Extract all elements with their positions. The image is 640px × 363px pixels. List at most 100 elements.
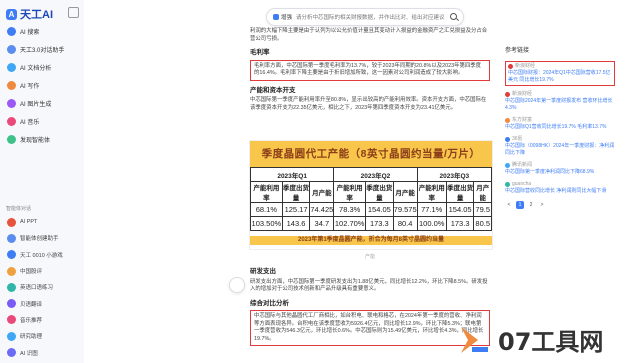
agent-avatar-icon (7, 250, 16, 260)
next-page-button[interactable]: > (538, 201, 546, 209)
search-input[interactable]: 请分析中芯国际的相关财报数据，并作出比对、给出对应建议 (296, 13, 449, 21)
reference-card[interactable]: 36氪 中芯国际（0098HK）2024年一季度财报：净利润同比下降 (505, 136, 615, 157)
agent-avatar-icon (7, 331, 16, 341)
document-icon (7, 62, 16, 72)
reference-card[interactable]: 新浪财经 中芯国际财报：2024年Q1中芯国际营收17.5亿美元 同比增长19.… (505, 61, 615, 86)
image-icon (7, 98, 16, 108)
table-cell: 125.17 (281, 202, 311, 217)
prev-page-button[interactable]: < (505, 201, 513, 209)
agent-avatar-icon (7, 315, 16, 325)
agent-item[interactable]: 天工 0010 小游戏 (0, 247, 84, 263)
section-heading: 毛利率 (250, 49, 270, 56)
table-header: 2023年Q1 (249, 167, 335, 182)
agent-item[interactable]: 中国股评 (0, 263, 84, 279)
agent-item[interactable]: 研究助理 (0, 328, 84, 344)
agent-avatar-icon (7, 266, 16, 276)
section-heading: 产能和资本开支 (250, 86, 296, 94)
capacity-figure[interactable]: 季度晶圆代工产能（8英寸晶圆约当量/万片） 2023年Q1 2023年Q2 20… (249, 140, 493, 250)
reference-card[interactable]: 东方财富 中芯国际Q1营收同比增长19.7% 毛利率13.7% (505, 117, 615, 131)
table-cell: 102.70% (333, 216, 367, 231)
table-cell: 79.575 (392, 202, 418, 217)
agents-section-title: 智能体对话 (6, 206, 32, 212)
paragraph: 中芯国际第一季度产能利用率升至80.8%，显示出较高的产能利用效率。资本开支方面… (250, 97, 487, 111)
reference-card[interactable]: 腾讯新闻 中芯国际第一季度净利润同比下降68.9% (505, 162, 615, 176)
table-cell: 78.3% (333, 202, 367, 217)
table-cell: 173.3 (365, 216, 394, 231)
reference-source: 腾讯新闻 (505, 162, 615, 169)
search-icon[interactable] (449, 12, 459, 22)
table-cell: 79.5 (473, 202, 492, 217)
reference-link[interactable]: 中芯国际（0098HK）2024年一季度财报：净利润同比下降 (505, 143, 615, 157)
nav-item-search[interactable]: AI 搜索 (0, 22, 84, 40)
pen-icon (7, 80, 16, 90)
reference-link[interactable]: 中芯国际营收同比增长 净利润则同比大幅下滑 (505, 188, 615, 195)
section-heading: 综合对比分析 (250, 299, 289, 307)
table-cell: 月产能 (309, 181, 335, 203)
agent-item[interactable]: 音乐推荐 (0, 312, 84, 328)
reference-source: 36氪 (505, 136, 615, 143)
table-cell: 季度出货量 (445, 181, 475, 203)
page-button[interactable]: 2 (527, 201, 535, 209)
reference-source: 新浪财经 (505, 91, 615, 98)
reference-card[interactable]: guancha 中芯国际营收同比增长 净利润则同比大幅下滑 (505, 181, 615, 195)
table-cell: 74.425 (309, 202, 335, 217)
reference-link[interactable]: 中芯国际Q1营收同比增长19.7% 毛利率13.7% (505, 124, 615, 131)
table-cell: 季度出货量 (281, 181, 311, 203)
watermark-text: 07工具网 (498, 328, 604, 356)
agent-avatar-icon (7, 299, 16, 309)
main-nav: AI 搜索 天工3.0对话助手 AI 文档分析 AI 写作 AI 图片生成 AI… (0, 22, 84, 148)
reference-link[interactable]: 中芯国际2024年第一季度财报发布 营收环比增长4.3% (505, 98, 615, 112)
nav-item-image[interactable]: AI 图片生成 (0, 94, 84, 112)
table-row: 68.1% 125.17 74.425 78.3% 154.05 79.575 77.1… (250, 202, 492, 217)
source-icon (505, 137, 510, 142)
reference-link[interactable]: 中芯国际第一季度净利润同比下降68.9% (505, 169, 615, 176)
table-cell: 月产能 (473, 181, 492, 203)
watermark: 07工具网 (458, 316, 640, 363)
table-cell: 产能利用率 (250, 181, 283, 203)
nav-item-agents[interactable]: 发现智能体 (0, 130, 84, 148)
agent-item[interactable]: AI 识图 (0, 344, 84, 360)
scroll-button[interactable] (229, 277, 245, 293)
table-cell: 季度出货量 (365, 181, 394, 203)
table-cell: 34.7 (309, 216, 335, 231)
table-header: 2023年Q3 (416, 167, 493, 182)
sidebar-collapse-icon[interactable] (68, 7, 79, 18)
paragraph: 研发支出方面，中芯国际第一季度研发支出为1.88亿美元，同比增长12.2%，环比… (250, 278, 488, 293)
logo-icon: A (6, 8, 17, 20)
agent-item[interactable]: AI PPT (0, 214, 84, 230)
answer-article-continued: 研发支出 研发支出方面，中芯国际第一季度研发支出为1.88亿美元，同比增长12.… (250, 262, 490, 346)
table-cell: 154.05 (365, 202, 394, 217)
logo-text: 天工AI (20, 9, 53, 21)
page-button[interactable]: 1 (516, 201, 524, 209)
search-mode-selector[interactable]: 增强 (267, 13, 296, 21)
mode-icon (273, 14, 279, 20)
search-icon (7, 26, 16, 36)
nav-item-write[interactable]: AI 写作 (0, 76, 84, 94)
source-icon (505, 118, 510, 123)
agent-item[interactable]: 贝语翻译 (0, 295, 84, 311)
app-logo[interactable]: A 天工AI (6, 6, 53, 22)
reference-source: guancha (505, 181, 615, 188)
music-icon (7, 116, 16, 126)
answer-article: 利润的大幅下降主要是由于认列为以公允价值计量且其变动计入损益的金融资产之汇兑损益… (250, 28, 490, 112)
table-cell: 143.6 (281, 216, 311, 231)
table-cell: 173.3 (445, 216, 475, 231)
intro-paragraph: 利润的大幅下降主要是由于认列为以公允价值计量且其变动计入损益的金融资产之汇兑损益… (250, 28, 488, 42)
reference-panel: 参考链接 新浪财经 中芯国际财报：2024年Q1中芯国际营收17.5亿美元 同比… (505, 48, 615, 209)
agent-avatar-icon (7, 217, 16, 227)
compass-icon (7, 134, 16, 144)
table-header: 2023年Q2 (333, 167, 418, 182)
agent-item[interactable]: 英语口语练习 (0, 279, 84, 295)
search-bar[interactable]: 增强 请分析中芯国际的相关财报数据，并作出比对、给出对应建议 (266, 8, 464, 26)
agent-avatar-icon (7, 348, 16, 358)
pagination: < 1 2 > (505, 201, 615, 209)
figure-note: 2023年第1季度晶圆产能，折合为每月8英寸晶圆约当量 (250, 236, 492, 245)
table-cell: 154.05 (445, 202, 475, 217)
agent-item[interactable]: 智能体创建助手 (0, 230, 84, 246)
table-cell: 103.50% (250, 216, 283, 231)
reference-link[interactable]: 中芯国际财报：2024年Q1中芯国际营收17.5亿美元 同比增长19.7% (508, 70, 612, 84)
nav-item-chat[interactable]: 天工3.0对话助手 (0, 40, 84, 58)
reference-card[interactable]: 新浪财经 中芯国际2024年第一季度财报发布 营收环比增长4.3% (505, 91, 615, 112)
nav-item-music[interactable]: AI 音乐 (0, 112, 84, 130)
nav-item-doc[interactable]: AI 文档分析 (0, 58, 84, 76)
